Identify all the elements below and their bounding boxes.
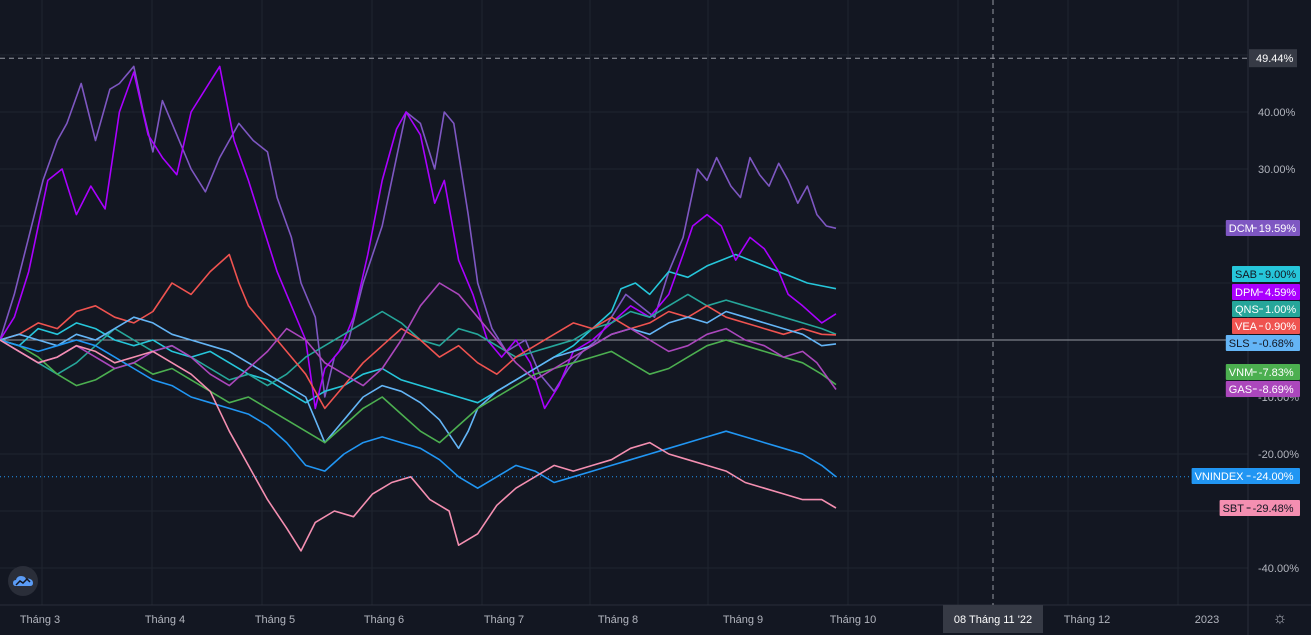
crosshair-y-label: 49.44% xyxy=(1256,53,1294,65)
value-tag-value-qns: 1.00% xyxy=(1265,304,1296,316)
y-tick-label: 30.00% xyxy=(1258,164,1296,176)
x-tick-label: Tháng 3 xyxy=(20,614,60,626)
value-tag-name-vea: VEA xyxy=(1235,321,1258,333)
series-line-sab[interactable] xyxy=(0,253,837,404)
value-tag-value-vnindex: -24.00% xyxy=(1253,471,1294,483)
value-tag-name-sbt: SBT xyxy=(1223,503,1245,515)
x-tick-label: 2023 xyxy=(1195,614,1219,626)
x-tick-label: Tháng 6 xyxy=(364,614,404,626)
x-tick-label: Tháng 12 xyxy=(1064,614,1110,626)
series-line-vnm[interactable] xyxy=(0,339,837,444)
series-line-dpm[interactable] xyxy=(0,65,837,410)
cloud-logo-icon xyxy=(13,576,33,586)
value-tag-name-dcm: DCM xyxy=(1229,223,1254,235)
crosshair-x-label: 08 Tháng 11 '22 xyxy=(954,614,1032,626)
value-tag-name-sab: SAB xyxy=(1235,269,1257,281)
chart-canvas[interactable]: 40.00%30.00%-10.00%-20.00%-40.00%Tháng 3… xyxy=(0,0,1311,635)
y-tick-label: -20.00% xyxy=(1258,449,1299,461)
value-tag-value-vnm: -7.83% xyxy=(1259,367,1294,379)
value-tag-value-gas: -8.69% xyxy=(1259,384,1294,396)
value-tag-value-dpm: 4.59% xyxy=(1265,287,1296,299)
value-tag-value-dcm: 19.59% xyxy=(1259,223,1297,235)
value-tag-name-dpm: DPM xyxy=(1235,287,1259,299)
value-tag-name-vnm: VNM xyxy=(1229,367,1253,379)
y-tick-label: 40.00% xyxy=(1258,107,1296,119)
value-tag-value-sbt: -29.48% xyxy=(1253,503,1294,515)
gear-icon[interactable]: ☼ xyxy=(1269,608,1291,630)
series-line-sbt[interactable] xyxy=(0,339,837,552)
y-tick-label: -40.00% xyxy=(1258,563,1299,575)
x-tick-label: Tháng 7 xyxy=(484,614,524,626)
x-tick-label: Tháng 8 xyxy=(598,614,638,626)
series-line-dcm[interactable] xyxy=(0,65,837,398)
x-tick-label: Tháng 5 xyxy=(255,614,295,626)
value-tag-name-vnindex: VNINDEX xyxy=(1195,471,1245,483)
x-tick-label: Tháng 10 xyxy=(830,614,876,626)
x-tick-label: Tháng 9 xyxy=(723,614,763,626)
value-tag-name-gas: GAS xyxy=(1229,384,1252,396)
value-tag-value-sab: 9.00% xyxy=(1265,269,1296,281)
series-line-gas[interactable] xyxy=(0,282,837,390)
value-tag-name-sls: SLS xyxy=(1229,338,1250,350)
value-tag-name-qns: QNS xyxy=(1235,304,1259,316)
tradingview-logo[interactable] xyxy=(8,566,38,596)
value-tag-value-vea: 0.90% xyxy=(1265,321,1296,333)
x-tick-label: Tháng 4 xyxy=(145,614,185,626)
value-tag-value-sls: -0.68% xyxy=(1259,338,1294,350)
series-line-sls[interactable] xyxy=(0,310,837,450)
